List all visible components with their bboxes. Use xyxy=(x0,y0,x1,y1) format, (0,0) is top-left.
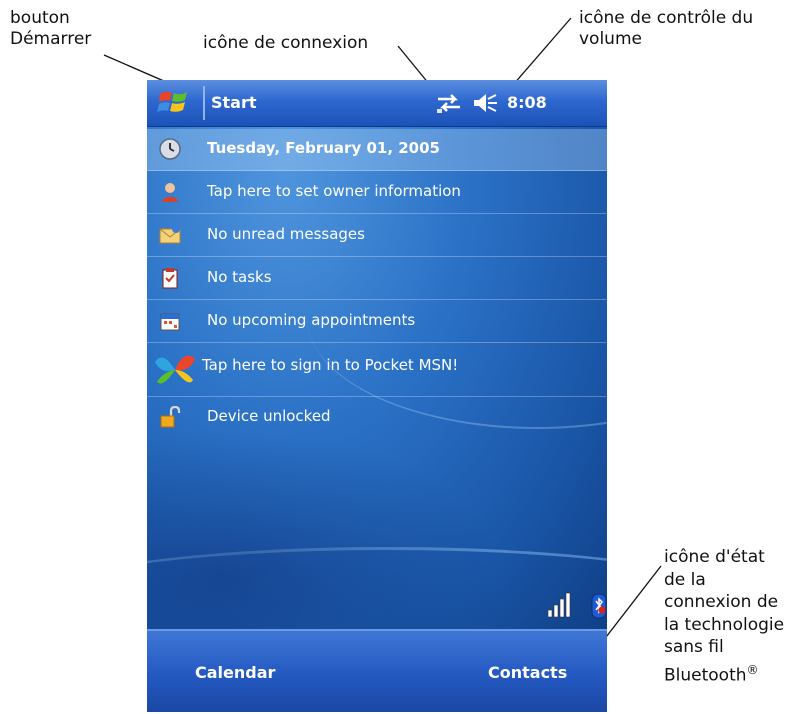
today-item-messages[interactable]: No unread messages xyxy=(147,215,607,257)
today-item-owner[interactable]: Tap here to set owner information xyxy=(147,172,607,214)
today-item-date[interactable]: Tuesday, February 01, 2005 xyxy=(147,129,607,171)
start-label: Start xyxy=(211,93,257,112)
callout-line: Bluetooth® xyxy=(664,659,784,687)
bluetooth-icon-callout: icône d'état de la connexion de la techn… xyxy=(664,546,784,687)
title-bar: Start 8:08 xyxy=(147,80,607,127)
signal-strength-icon[interactable] xyxy=(547,590,573,618)
today-item-label: No upcoming appointments xyxy=(207,311,416,329)
today-screen: Tuesday, February 01, 2005 Tap here to s… xyxy=(147,127,607,629)
start-button[interactable]: Start xyxy=(147,80,297,126)
owner-icon xyxy=(161,183,179,202)
callout-line: Démarrer xyxy=(10,29,92,49)
menu-bar: Calendar Contacts xyxy=(147,629,607,712)
clock-time[interactable]: 8:08 xyxy=(507,93,547,112)
today-item-label: Tap here to sign in to Pocket MSN! xyxy=(202,356,459,374)
today-item-label: No tasks xyxy=(207,268,272,286)
callout-line: sans fil xyxy=(664,637,724,657)
callout-text: Bluetooth xyxy=(664,665,747,686)
volume-icon-callout: icône de contrôle du volume xyxy=(579,8,753,50)
callout-line: la technologie xyxy=(664,614,785,635)
msn-butterfly-icon xyxy=(155,355,195,384)
callout-line: icône de contrôle du xyxy=(579,8,754,28)
callout-line: bouton xyxy=(10,8,70,28)
envelope-icon xyxy=(159,225,181,244)
callout-line: icône de connexion xyxy=(203,33,369,53)
today-item-tasks[interactable]: No tasks xyxy=(147,258,607,300)
volume-control-icon[interactable] xyxy=(472,91,500,115)
connection-icon[interactable] xyxy=(435,91,463,115)
bluetooth-icon[interactable] xyxy=(591,593,607,619)
registered-mark: ® xyxy=(746,662,759,677)
bluetooth-leader-line xyxy=(602,565,662,642)
padlock-icon xyxy=(160,406,181,428)
clock-icon xyxy=(159,138,181,160)
today-item-label: Tuesday, February 01, 2005 xyxy=(207,139,440,157)
calendar-icon xyxy=(160,313,180,331)
today-item-lock-status[interactable]: Device unlocked xyxy=(147,397,607,441)
connection-icon-callout: icône de connexion xyxy=(203,33,368,54)
tasks-icon xyxy=(162,268,178,289)
device-screen: Start 8:08 Tuesday, February 01, 2005 Ta… xyxy=(147,80,607,712)
title-separator xyxy=(203,86,205,120)
calendar-softkey[interactable]: Calendar xyxy=(195,663,275,682)
contacts-softkey[interactable]: Contacts xyxy=(488,663,567,682)
today-item-label: Tap here to set owner information xyxy=(207,182,461,200)
today-item-label: No unread messages xyxy=(207,225,365,243)
today-item-appointments[interactable]: No upcoming appointments xyxy=(147,301,607,343)
callout-line: icône d'état xyxy=(664,547,765,567)
callout-line: volume xyxy=(579,29,642,49)
today-item-label: Device unlocked xyxy=(207,407,331,425)
callout-line: connexion de xyxy=(664,592,779,612)
callout-line: de la xyxy=(664,569,706,590)
start-button-callout: bouton Démarrer xyxy=(10,8,91,50)
windows-flag-icon xyxy=(157,91,187,112)
today-item-msn[interactable]: Tap here to sign in to Pocket MSN! xyxy=(147,344,607,397)
background-swoosh xyxy=(147,427,507,629)
